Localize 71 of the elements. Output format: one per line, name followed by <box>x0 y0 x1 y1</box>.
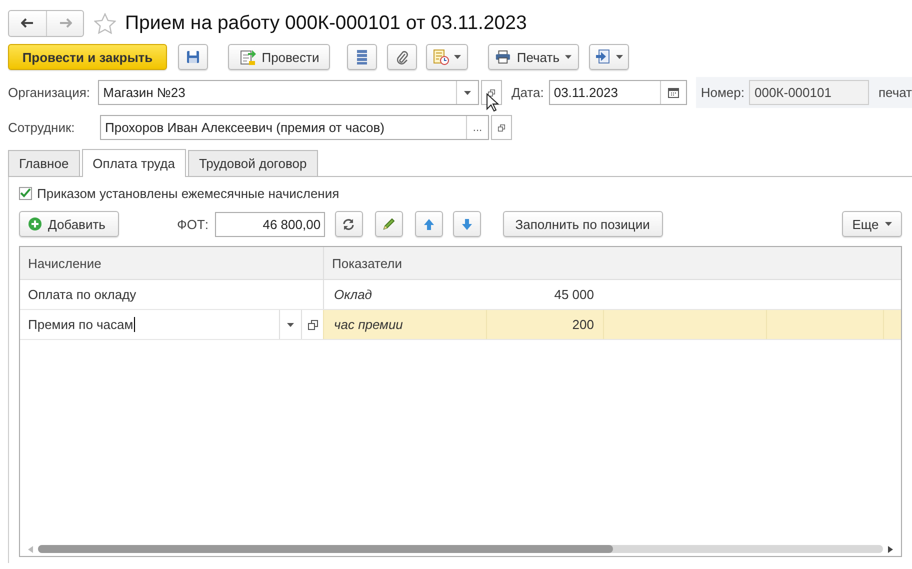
number-field[interactable]: 000К-000101 <box>749 80 870 105</box>
export-menu-button[interactable] <box>589 44 629 70</box>
edit-button[interactable] <box>374 211 403 237</box>
forward-arrow-icon <box>58 18 72 28</box>
add-button[interactable]: Добавить <box>19 211 119 237</box>
list-icon <box>356 49 368 65</box>
checkmark-icon <box>20 188 31 198</box>
list-button[interactable] <box>347 44 377 70</box>
open-window-icon <box>308 320 318 330</box>
field-label: Номер: <box>700 85 744 100</box>
select-button[interactable]: ... <box>472 122 482 134</box>
printer-icon <box>495 50 511 64</box>
save-icon <box>186 50 200 64</box>
employee-field[interactable]: Прохоров Иван Алексеевич (премия от часов) ... <box>100 115 489 140</box>
checkbox-label: Приказом установлены ежемесячные начисления <box>37 186 340 200</box>
caret-icon <box>454 55 461 59</box>
table-cell: 200 <box>486 310 603 339</box>
checkbox[interactable] <box>19 186 32 200</box>
tab[interactable]: Оплата труда <box>82 149 186 177</box>
table-cell: час премии <box>323 310 486 339</box>
attach-button[interactable] <box>387 44 417 70</box>
pencil-icon <box>382 217 396 231</box>
document-arrow-icon <box>238 48 256 66</box>
table-row[interactable]: Премия по часам час премии 200 <box>20 310 901 340</box>
column-header[interactable]: Начисление <box>20 247 323 279</box>
date-field[interactable]: 03.11.2023 <box>548 80 687 105</box>
move-up-button[interactable] <box>414 211 443 237</box>
down-arrow-icon <box>460 218 473 230</box>
fill-by-position-button[interactable]: Заполнить по позиции <box>502 211 663 237</box>
refresh-button[interactable] <box>334 211 363 237</box>
more-button[interactable]: Еще <box>842 211 902 237</box>
window-title: Прием на работу 000К-000101 от 03.11.2023 <box>125 12 527 34</box>
table-cell-text: Оплата по окладу <box>27 286 138 304</box>
tab[interactable]: Трудовой договор <box>188 150 318 176</box>
payroll-fund-field[interactable]: 46 800,00 <box>214 212 325 236</box>
caret-icon <box>287 322 294 326</box>
mouse-pointer-icon <box>486 93 499 112</box>
caret-icon <box>616 55 623 59</box>
report-menu-button[interactable] <box>426 44 468 70</box>
accrual-input[interactable]: Премия по часам <box>20 310 279 339</box>
document-clock-icon <box>433 49 449 65</box>
horizontal-scrollbar[interactable] <box>38 545 883 553</box>
field-label: ФОТ: <box>177 216 209 232</box>
back-arrow-icon <box>21 18 34 28</box>
table-cell-text: 45 000 <box>553 286 595 304</box>
field-label: Сотрудник: <box>8 120 76 135</box>
column-header[interactable]: Показатели <box>323 247 901 279</box>
caret-icon <box>884 222 892 226</box>
caret-icon <box>464 90 472 94</box>
table-cell: Оклад <box>323 280 486 309</box>
field-label: Организация: <box>8 85 92 100</box>
print-button[interactable]: Печать <box>488 44 579 70</box>
open-window-icon <box>498 122 505 132</box>
tab[interactable]: Главное <box>8 150 80 176</box>
field-label: Дата: <box>511 85 544 100</box>
up-arrow-icon <box>422 218 435 230</box>
paperclip-icon <box>395 50 409 64</box>
add-icon <box>28 217 42 231</box>
star-icon[interactable] <box>94 12 116 34</box>
export-icon <box>595 49 611 65</box>
calendar-icon <box>668 87 679 98</box>
caret-icon <box>565 55 572 59</box>
post-button[interactable]: Провести <box>228 44 330 70</box>
move-down-button[interactable] <box>452 211 481 237</box>
scroll-right-icon[interactable] <box>888 546 893 552</box>
refresh-icon <box>342 218 356 230</box>
post-and-close-button[interactable]: Провести и закрыть <box>8 44 167 70</box>
field-label: печат <box>878 85 912 100</box>
organization-field[interactable]: Магазин №23 <box>98 80 480 105</box>
open-window-icon <box>488 88 496 98</box>
save-button[interactable] <box>178 44 208 70</box>
